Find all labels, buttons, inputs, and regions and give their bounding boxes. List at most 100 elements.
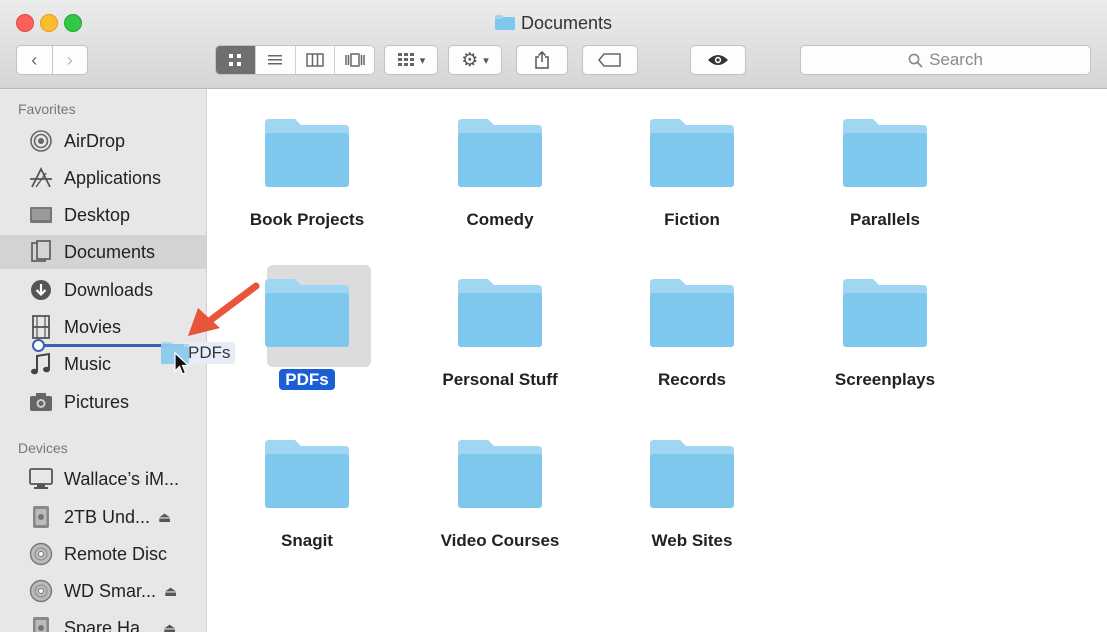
- sidebar-item-pictures[interactable]: Pictures: [0, 385, 206, 419]
- icon-view-button[interactable]: [216, 46, 255, 74]
- window-title: Documents: [0, 13, 1107, 34]
- icon-view-icon: [229, 54, 242, 66]
- gear-icon: ⚙: [461, 49, 479, 71]
- folder-item[interactable]: Records: [602, 267, 782, 389]
- folder-name: Personal Stuff: [442, 370, 558, 389]
- cover-flow-view-button[interactable]: [334, 46, 374, 74]
- red-arrow-annotation: [188, 282, 260, 336]
- chevron-left-icon: ‹: [31, 49, 38, 70]
- folder-icon: [458, 440, 542, 508]
- sidebar-item-movies[interactable]: Movies: [0, 310, 206, 344]
- back-button[interactable]: ‹: [17, 46, 52, 74]
- folder-name: Screenplays: [834, 370, 936, 389]
- sidebar-item-wd-drive[interactable]: WD Smar... ⏏: [0, 574, 206, 608]
- sidebar-item-imac[interactable]: Wallace’s iM...: [0, 462, 206, 496]
- devices-section-title: Devices: [18, 440, 68, 456]
- forward-button[interactable]: ›: [51, 46, 88, 74]
- share-button[interactable]: [516, 45, 568, 75]
- folder-icon: [494, 15, 515, 30]
- applications-icon: [28, 166, 54, 190]
- folder-item[interactable]: Fiction: [602, 107, 782, 229]
- folder-name: Records: [657, 370, 727, 389]
- downloads-icon: [28, 278, 54, 302]
- folder-item[interactable]: Web Sites: [602, 428, 782, 550]
- folder-item[interactable]: Video Courses: [410, 428, 590, 550]
- disc-icon: [28, 579, 54, 603]
- drag-ghost: PDFs: [160, 341, 235, 365]
- view-mode-buttons: [215, 45, 375, 75]
- cover-flow-icon: [344, 53, 365, 67]
- sidebar-item-label: WD Smar...: [64, 580, 157, 601]
- folder-item[interactable]: Parallels: [795, 107, 975, 229]
- sidebar-item-label: AirDrop: [64, 130, 126, 151]
- file-grid: Book Projects Comedy Fiction Parallels P…: [207, 89, 1107, 632]
- sidebar-item-downloads[interactable]: Downloads: [0, 273, 206, 307]
- folder-item[interactable]: Personal Stuff: [410, 267, 590, 389]
- disc-icon: [28, 542, 54, 566]
- sidebar-item-label: Downloads: [64, 279, 154, 300]
- column-view-button[interactable]: [294, 46, 335, 74]
- sidebar-item-label: Spare Ha...: [64, 617, 156, 632]
- folder-item[interactable]: Comedy: [410, 107, 590, 229]
- sidebar-item-label: Music: [64, 353, 112, 374]
- folder-item[interactable]: Book Projects: [217, 107, 397, 229]
- folder-name: Comedy: [466, 210, 534, 229]
- sidebar-item-documents[interactable]: Documents: [0, 235, 206, 269]
- chevron-down-icon: ▾: [483, 54, 489, 67]
- music-icon: [28, 352, 54, 376]
- arrange-button[interactable]: ▾: [384, 45, 438, 75]
- quick-look-button[interactable]: [690, 45, 746, 75]
- folder-icon: [458, 279, 542, 347]
- imac-icon: [28, 467, 54, 491]
- sidebar-item-remote-disc[interactable]: Remote Disc: [0, 537, 206, 571]
- folder-icon: [843, 279, 927, 347]
- drag-ghost-label: PDFs: [184, 342, 235, 364]
- folder-name: Snagit: [281, 531, 333, 550]
- folder-item[interactable]: Snagit: [217, 428, 397, 550]
- selected-folder-name: PDFs: [279, 369, 335, 390]
- sidebar-item-applications[interactable]: Applications: [0, 161, 206, 195]
- desktop-icon: [28, 203, 54, 227]
- window-title-text: Documents: [520, 13, 613, 33]
- folder-name: Book Projects: [249, 210, 365, 229]
- folder-name: Web Sites: [651, 531, 733, 550]
- share-icon: [535, 51, 549, 69]
- list-view-button[interactable]: [254, 46, 295, 74]
- folder-icon: [843, 119, 927, 187]
- sidebar-item-label: Applications: [64, 167, 162, 188]
- sidebar-item-label: Documents: [64, 241, 156, 262]
- tag-icon: [598, 53, 621, 67]
- folder-icon: [265, 279, 349, 347]
- sidebar-item-desktop[interactable]: Desktop: [0, 198, 206, 232]
- folder-name: Fiction: [664, 210, 720, 229]
- mouse-cursor-icon: [174, 352, 190, 375]
- search-placeholder: Search: [929, 50, 983, 69]
- sidebar-item-label: Desktop: [64, 204, 131, 225]
- folder-name: PDFs: [217, 369, 397, 390]
- folder-icon: [650, 279, 734, 347]
- arrange-icon: [397, 53, 414, 66]
- tags-button[interactable]: [582, 45, 638, 75]
- sidebar-item-spare-drive[interactable]: Spare Ha... ⏏: [0, 611, 206, 632]
- sidebar-item-airdrop[interactable]: AirDrop: [0, 124, 206, 158]
- folder-name: Parallels: [850, 210, 920, 229]
- sidebar-item-label: Wallace’s iM...: [64, 468, 180, 489]
- search-field[interactable]: Search: [800, 45, 1091, 75]
- folder-icon: [458, 119, 542, 187]
- column-view-icon: [306, 53, 324, 67]
- search-icon: [908, 53, 923, 68]
- folder-item[interactable]: Screenplays: [795, 267, 975, 389]
- documents-icon: [28, 240, 54, 264]
- movies-icon: [28, 315, 54, 339]
- eject-icon[interactable]: ⏏: [164, 583, 177, 600]
- action-button[interactable]: ⚙ ▾: [448, 45, 502, 75]
- eject-icon[interactable]: ⏏: [163, 620, 176, 632]
- folder-icon: [650, 119, 734, 187]
- sidebar-item-2tb-drive[interactable]: 2TB Und... ⏏: [0, 500, 206, 534]
- chevron-right-icon: ›: [66, 49, 73, 70]
- sidebar-item-label: Pictures: [64, 391, 130, 412]
- navigation-buttons: ‹ ›: [16, 45, 88, 75]
- pictures-icon: [28, 390, 54, 414]
- eject-icon[interactable]: ⏏: [158, 509, 171, 526]
- sidebar-item-label: 2TB Und...: [64, 506, 151, 527]
